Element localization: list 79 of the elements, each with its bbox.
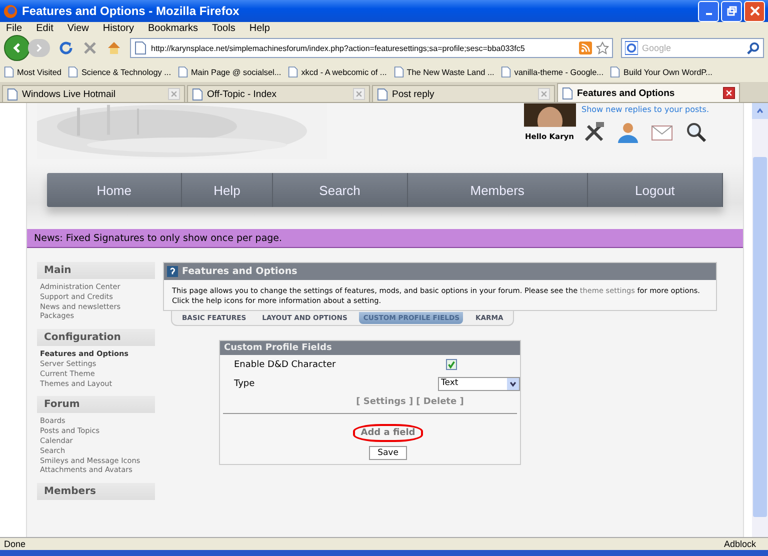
type-dropdown[interactable]: Text	[438, 377, 520, 391]
minimize-icon	[706, 13, 712, 15]
page-icon	[68, 66, 78, 78]
add-field-link[interactable]: Add a field	[352, 424, 424, 442]
arrow-right-icon	[34, 43, 44, 53]
page-icon	[192, 88, 203, 100]
arrow-left-icon	[11, 42, 23, 54]
rss-icon[interactable]	[579, 41, 592, 55]
status-text: Done	[4, 539, 26, 549]
sidebar-heading: Forum	[37, 396, 155, 414]
page-icon	[562, 86, 573, 100]
bookmark-item[interactable]: Most Visited	[4, 66, 62, 78]
close-icon	[170, 90, 178, 98]
bookmark-item[interactable]: Science & Technology ...	[68, 66, 171, 78]
bookmark-item[interactable]: vanilla-theme - Google...	[501, 66, 604, 78]
close-icon	[540, 90, 548, 98]
panel-title: Features and Options	[182, 266, 298, 277]
browser-tab[interactable]: Windows Live Hotmail	[2, 85, 185, 102]
help-icon[interactable]	[167, 266, 178, 277]
adblock-label[interactable]: Adblock	[724, 539, 756, 549]
page-icon	[377, 88, 388, 100]
menu-item[interactable]: History	[102, 22, 134, 34]
scroll-up-icon[interactable]	[756, 107, 764, 115]
menu-item[interactable]: Bookmarks	[148, 22, 198, 34]
close-icon	[725, 89, 733, 97]
bookmark-item[interactable]: xkcd - A webcomic of ...	[288, 66, 387, 78]
close-icon	[750, 6, 760, 16]
scrollbar[interactable]	[752, 103, 768, 537]
menu-item[interactable]: Edit	[36, 22, 54, 34]
page-icon	[288, 66, 298, 78]
window-title: Features and Options - Mozilla Firefox	[22, 4, 240, 18]
sidebar-heading: Members	[37, 483, 155, 500]
menu-item[interactable]: View	[67, 22, 89, 34]
bookmark-item[interactable]: Main Page @ socialsel...	[178, 66, 282, 78]
nav-link[interactable]: Search	[272, 173, 408, 207]
news-text: News: Fixed Signatures to only show once per page.	[34, 232, 282, 244]
checkmark-icon	[447, 360, 456, 369]
nav-link[interactable]: Logout	[588, 173, 724, 207]
bookmark-item[interactable]: The New Waste Land ...	[394, 66, 494, 78]
search-icon[interactable]	[747, 41, 760, 55]
browser-tab[interactable]: Features and Options	[557, 83, 740, 102]
minimize-button[interactable]	[698, 0, 719, 22]
field-label: Enable D&D Character	[234, 360, 337, 370]
profile-icon[interactable]	[616, 120, 640, 144]
close-icon	[355, 90, 363, 98]
nav-link[interactable]: Members	[408, 173, 588, 207]
checkbox[interactable]	[446, 359, 457, 370]
page-icon	[610, 66, 620, 78]
restore-icon	[726, 6, 736, 16]
browser-logo-icon	[3, 4, 18, 18]
browser-tab[interactable]: Off-Topic - Index	[187, 85, 370, 102]
tab-close-button[interactable]	[723, 87, 735, 99]
home-icon[interactable]	[106, 40, 122, 56]
page-icon	[7, 88, 18, 100]
menu-item[interactable]: Help	[249, 22, 270, 34]
page-icon	[4, 66, 14, 78]
close-button[interactable]	[744, 0, 765, 22]
address-field[interactable]: http://karynsplace.net/simplemachinesforum/index.php?action=featuresettings;sa=profile;sesc=bba033fc5	[130, 38, 613, 58]
sidebar-heading: Configuration	[37, 329, 155, 346]
page-icon	[394, 66, 404, 78]
menu-item[interactable]: Tools	[212, 22, 236, 34]
star-icon[interactable]	[596, 41, 609, 55]
bookmark-item[interactable]: Build Your Own WordP...	[610, 66, 712, 78]
back-button[interactable]	[4, 35, 30, 61]
nav-link[interactable]: Help	[182, 173, 273, 207]
browser-tab[interactable]: Post reply	[372, 85, 555, 102]
stop-icon[interactable]	[82, 40, 98, 56]
box-title: Custom Profile Fields	[224, 343, 332, 353]
nav-link[interactable]: Home	[47, 173, 182, 207]
menu-item[interactable]: File	[6, 22, 22, 34]
replies-link[interactable]: Show new replies to your posts.	[582, 105, 709, 114]
field-label: Type	[234, 379, 256, 389]
reload-icon[interactable]	[58, 40, 74, 56]
restore-button[interactable]	[721, 0, 742, 22]
page-icon	[178, 66, 188, 78]
page-icon	[501, 66, 512, 78]
save-button[interactable]: Save	[368, 446, 408, 460]
sidebar-heading: Main	[37, 262, 155, 279]
page-icon	[134, 41, 147, 55]
